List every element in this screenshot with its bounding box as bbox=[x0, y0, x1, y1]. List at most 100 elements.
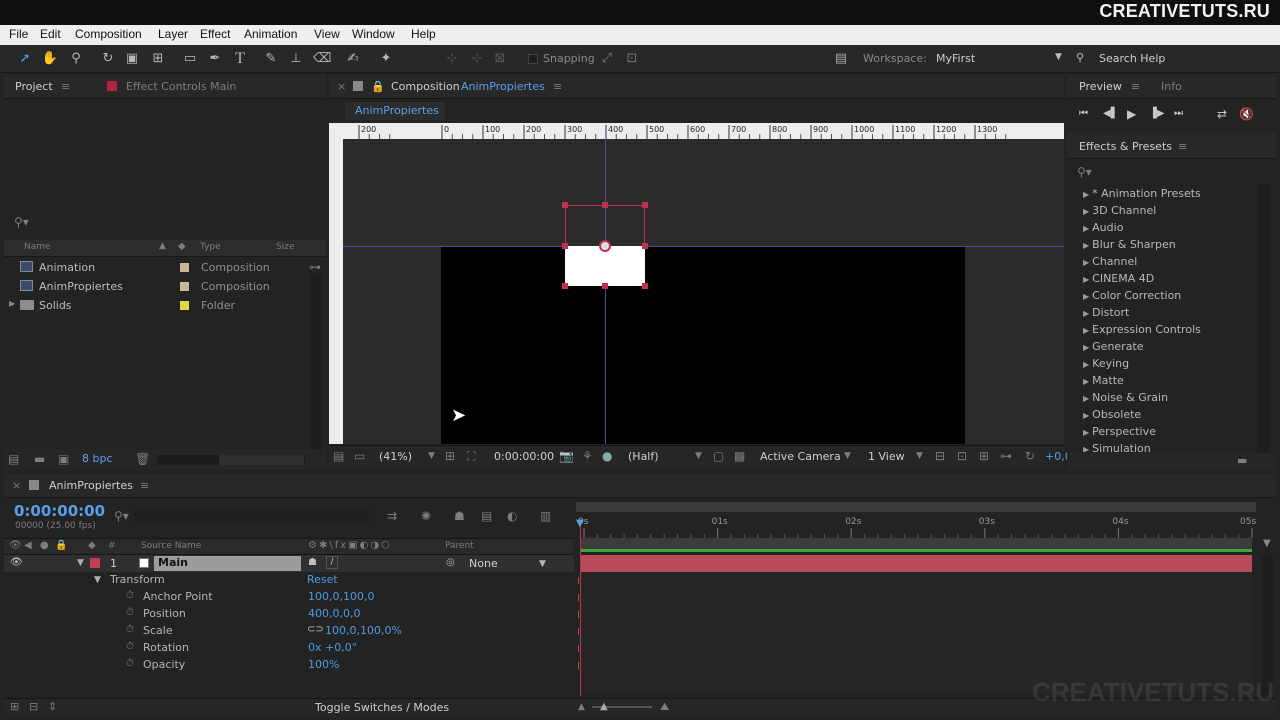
resolution-dropdown-icon[interactable]: ▼ bbox=[695, 451, 702, 461]
layer-duration-bar[interactable] bbox=[580, 555, 1252, 572]
composition-tab-name[interactable]: AnimPropiertes bbox=[461, 80, 545, 93]
col-name[interactable]: Name bbox=[24, 242, 51, 252]
expand-arrow-icon[interactable]: ▶ bbox=[9, 299, 15, 308]
mute-audio-icon[interactable]: 🔇 bbox=[1239, 107, 1254, 121]
close-tab-icon[interactable]: × bbox=[337, 80, 346, 93]
camera-select[interactable]: Active Camera bbox=[760, 450, 841, 463]
transform-handle[interactable] bbox=[642, 283, 648, 289]
effect-category-obsolete[interactable]: ▶ Obsolete bbox=[1083, 408, 1141, 421]
brush-tool-icon[interactable]: ✎ bbox=[262, 50, 280, 68]
magnification-dropdown-icon[interactable]: ▼ bbox=[428, 451, 435, 461]
project-search-icon[interactable]: ⚲▾ bbox=[14, 215, 29, 229]
in-out-panes-icon[interactable]: ⇕ bbox=[48, 700, 57, 713]
project-item-solids[interactable]: ▶ Solids Folder bbox=[4, 297, 309, 316]
snap-feature-icon[interactable]: ⤢ bbox=[598, 50, 616, 68]
parent-pick-whip-icon[interactable]: ◎ bbox=[446, 557, 455, 568]
main-layer-solid[interactable] bbox=[565, 246, 645, 286]
timeline-graph-area[interactable] bbox=[580, 572, 1252, 692]
pan-behind-tool-icon[interactable]: ⊞ bbox=[149, 50, 167, 68]
flowchart-icon[interactable]: ⊶ bbox=[309, 260, 321, 274]
roto-brush-tool-icon[interactable]: ✍ bbox=[344, 50, 362, 68]
transform-expand-icon[interactable]: ▼ bbox=[94, 575, 101, 585]
effect-category-3d-channel[interactable]: ▶ 3D Channel bbox=[1083, 204, 1156, 217]
effect-category-blur-sharpen[interactable]: ▶ Blur & Sharpen bbox=[1083, 238, 1176, 251]
comp-panel-menu-icon[interactable]: ≡ bbox=[553, 80, 562, 93]
label-color-swatch[interactable] bbox=[180, 263, 189, 272]
constrain-proportions-icon[interactable]: ⊂⊃ bbox=[307, 624, 324, 635]
stopwatch-icon[interactable]: ⏱ bbox=[126, 641, 134, 652]
zoom-out-icon[interactable]: ▲ bbox=[578, 702, 585, 712]
sort-arrow-icon[interactable]: ▲ bbox=[159, 241, 166, 251]
rectangle-tool-icon[interactable]: ▭ bbox=[181, 50, 199, 68]
effect-category-expression-controls[interactable]: ▶ Expression Controls bbox=[1083, 323, 1201, 336]
next-frame-icon[interactable]: ▐▶ bbox=[1149, 108, 1164, 119]
col-parent[interactable]: Parent bbox=[445, 541, 474, 551]
hand-tool-icon[interactable]: ✋ bbox=[41, 50, 59, 68]
effects-menu-icon[interactable]: ≡ bbox=[1178, 140, 1187, 153]
rotation-tool-icon[interactable]: ↻ bbox=[99, 50, 117, 68]
comp-mini-flowchart-icon[interactable]: ⇉ bbox=[387, 509, 397, 523]
reset-exposure-icon[interactable]: ↻ bbox=[1025, 449, 1035, 463]
time-ruler[interactable]: 0s 01s 02s 03s 04s 05s bbox=[576, 514, 1256, 538]
label-color-swatch[interactable] bbox=[180, 301, 189, 310]
effect-category-keying[interactable]: ▶ Keying bbox=[1083, 357, 1129, 370]
monitor-icon[interactable]: ▭ bbox=[354, 449, 365, 463]
label-color-swatch[interactable] bbox=[180, 282, 189, 291]
stopwatch-icon[interactable]: ⏱ bbox=[126, 590, 134, 601]
first-frame-icon[interactable]: ⏮ bbox=[1079, 108, 1088, 119]
effect-category-simulation[interactable]: ▶ Simulation bbox=[1083, 442, 1151, 452]
toggle-switches-modes-button[interactable]: Toggle Switches / Modes bbox=[315, 701, 449, 714]
new-preset-icon[interactable]: ▬ bbox=[1237, 454, 1247, 467]
layer-switches-icon[interactable]: ⊞ bbox=[10, 700, 19, 713]
info-tab[interactable]: Info bbox=[1161, 80, 1182, 93]
snapping-checkbox[interactable] bbox=[528, 54, 538, 64]
opacity-value[interactable]: 100% bbox=[308, 658, 339, 671]
shy-layers-icon[interactable]: ☗ bbox=[454, 509, 465, 523]
new-composition-icon[interactable]: ▣ bbox=[58, 452, 69, 466]
menu-file[interactable]: File bbox=[9, 27, 28, 41]
bit-depth-button[interactable]: 8 bpc bbox=[82, 452, 113, 465]
transfer-controls-icon[interactable]: ⊟ bbox=[29, 700, 38, 713]
new-folder-icon[interactable]: ▬ bbox=[34, 452, 45, 466]
transform-handle[interactable] bbox=[562, 243, 568, 249]
stopwatch-icon[interactable]: ⏱ bbox=[126, 624, 134, 635]
snap-grid-icon[interactable]: ⊡ bbox=[623, 50, 641, 68]
toggle-pixel-aspect-icon[interactable]: ⊟ bbox=[935, 449, 945, 463]
lock-icon[interactable]: 🔒 bbox=[371, 80, 385, 93]
clone-stamp-tool-icon[interactable]: ⊥ bbox=[287, 50, 305, 68]
col-source-name[interactable]: Source Name bbox=[141, 541, 201, 551]
timeline-scrollbar[interactable] bbox=[1261, 555, 1273, 695]
composition-viewer[interactable]: ➤ bbox=[343, 139, 1064, 444]
zoom-slider-thumb[interactable]: ▲ bbox=[600, 701, 608, 712]
transform-reset-link[interactable]: Reset bbox=[307, 573, 338, 586]
draft-3d-icon[interactable]: ✺ bbox=[421, 509, 431, 523]
quality-switch-icon[interactable]: / bbox=[326, 556, 338, 569]
magnification-select[interactable]: (41%) bbox=[379, 450, 412, 463]
project-item-animation[interactable]: Animation Composition bbox=[4, 259, 309, 278]
axis-world-icon[interactable]: ⊹ bbox=[468, 50, 486, 68]
layer-visibility-icon[interactable]: 👁 bbox=[10, 557, 23, 568]
region-of-interest-icon[interactable]: ▢ bbox=[713, 449, 724, 463]
shy-switch-icon[interactable]: ☗ bbox=[308, 557, 317, 568]
scale-value[interactable]: 100,0,100,0% bbox=[325, 624, 402, 637]
puppet-tool-icon[interactable]: ✦ bbox=[377, 50, 395, 68]
anchor-point-icon[interactable] bbox=[599, 240, 611, 252]
stopwatch-icon[interactable]: ⏱ bbox=[126, 607, 134, 618]
timeline-icon[interactable]: ⊞ bbox=[979, 449, 989, 463]
composition-tab-label[interactable]: Composition bbox=[391, 80, 460, 93]
work-area-bar[interactable] bbox=[576, 502, 1256, 512]
preview-menu-icon[interactable]: ≡ bbox=[1131, 80, 1140, 93]
transform-handle[interactable] bbox=[602, 202, 608, 208]
timeline-search-icon[interactable]: ⚲▾ bbox=[114, 509, 129, 523]
project-scrollbar[interactable] bbox=[309, 273, 321, 449]
effect-category-audio[interactable]: ▶ Audio bbox=[1083, 221, 1123, 234]
effect-category-distort[interactable]: ▶ Distort bbox=[1083, 306, 1129, 319]
timeline-current-time[interactable]: 0:00:00:00 bbox=[14, 502, 105, 520]
effect-controls-tab[interactable]: Effect Controls Main bbox=[126, 80, 236, 93]
layer-expand-icon[interactable]: ▼ bbox=[77, 558, 84, 568]
project-h-scrollbar[interactable] bbox=[157, 455, 305, 465]
play-icon[interactable]: ▶ bbox=[1127, 107, 1136, 121]
effects-search-icon[interactable]: ⚲▾ bbox=[1077, 165, 1092, 179]
last-frame-icon[interactable]: ⏭ bbox=[1174, 108, 1183, 119]
previous-frame-icon[interactable]: ◀▌ bbox=[1103, 108, 1118, 119]
